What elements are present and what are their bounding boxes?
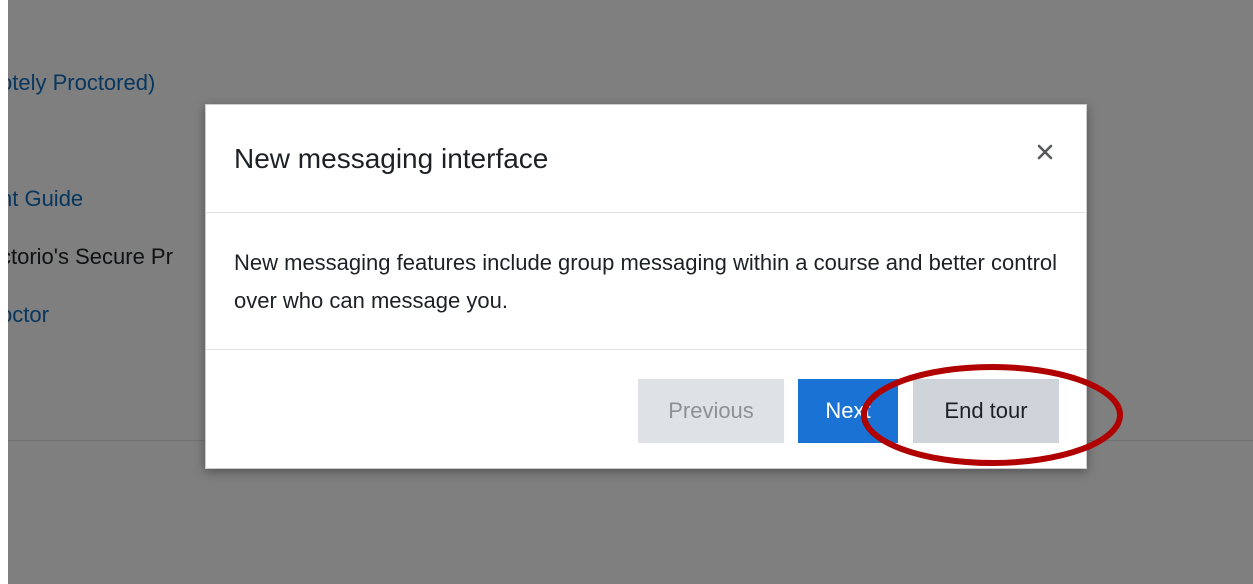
window-edge: [0, 0, 8, 584]
tour-dialog: New messaging interface New messaging fe…: [205, 104, 1087, 469]
dialog-header: New messaging interface: [206, 105, 1086, 213]
close-icon[interactable]: [1032, 139, 1058, 165]
end-tour-button[interactable]: End tour: [913, 379, 1059, 443]
dialog-footer: Previous Next End tour: [206, 350, 1086, 468]
previous-button[interactable]: Previous: [638, 379, 784, 443]
dialog-message: New messaging features include group mes…: [234, 250, 1058, 313]
dialog-body: New messaging features include group mes…: [206, 213, 1086, 350]
next-button[interactable]: Next: [798, 379, 898, 443]
page: otely Proctored) nt Guide ctorio's Secur…: [0, 0, 1253, 584]
dialog-title: New messaging interface: [234, 143, 549, 174]
